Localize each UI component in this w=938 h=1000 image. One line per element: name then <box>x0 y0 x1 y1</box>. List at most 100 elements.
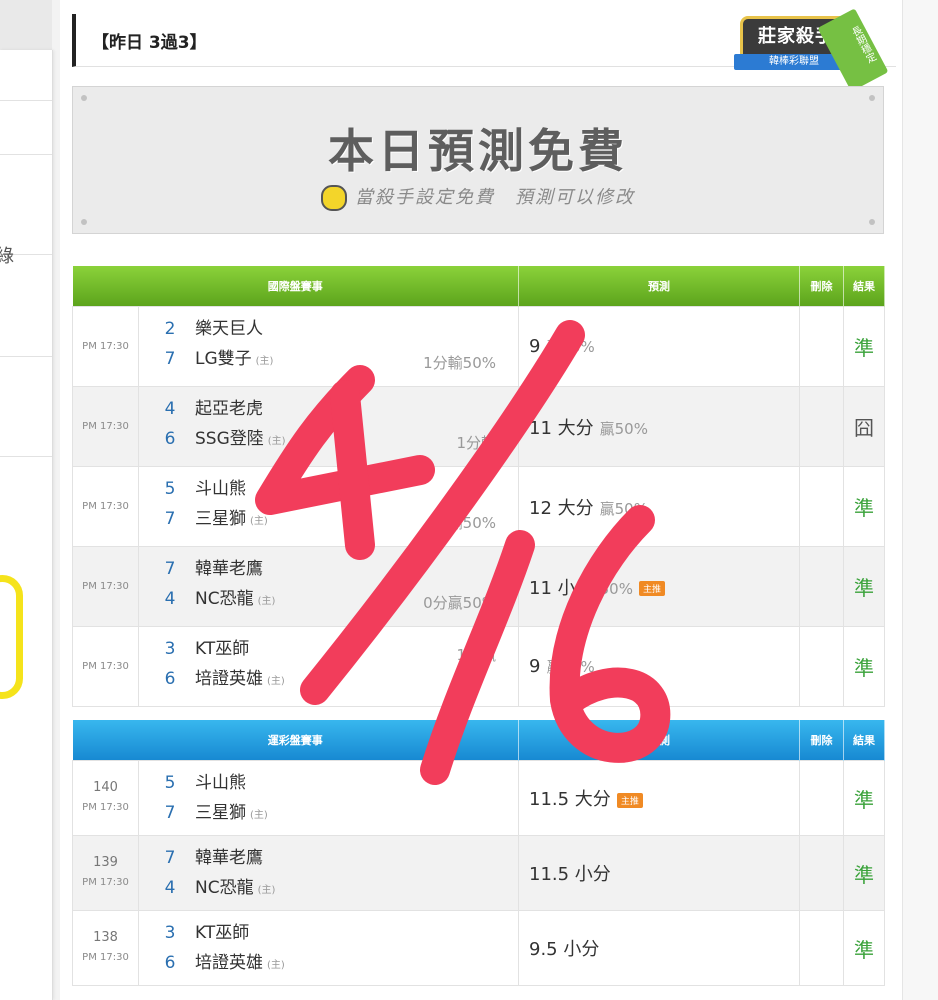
away-team-name: 起亞老虎 <box>195 399 263 419</box>
match-cell: 2 樂天巨人 7 LG雙子 (主) 1分輸50% <box>138 306 519 387</box>
sidebar-divider <box>0 154 52 155</box>
header-prediction: 預測 <box>518 720 800 761</box>
sidebar-divider <box>0 456 52 457</box>
home-score: 6 <box>164 953 176 973</box>
header-match: 國際盤賽事 <box>72 266 519 307</box>
delete-cell[interactable] <box>799 466 844 547</box>
prediction-win-rate: 50% <box>599 579 633 598</box>
banner-subtitle-wrap: 當殺手設定免費 預測可以修改 <box>73 183 883 211</box>
home-team-name: 培證英雄 <box>195 669 263 689</box>
home-score: 7 <box>164 509 176 529</box>
banner-title: 本日預測免費 <box>328 124 628 178</box>
match-time: PM 17:30 <box>82 580 129 592</box>
match-time: PM 17:30 <box>82 660 129 672</box>
home-team-name: 三星獅 <box>195 803 246 823</box>
delete-cell[interactable] <box>799 306 844 387</box>
match-number: 139 <box>93 855 118 870</box>
match-time-cell: 138 PM 17:30 <box>72 910 139 986</box>
right-scroll-strip[interactable] <box>902 0 938 1000</box>
match-cell: 7 韓華老鷹 4 NC恐龍 (主) 0分贏50% <box>138 546 519 627</box>
banner-rivet <box>869 219 875 225</box>
home-team: 7 三星獅 (主) <box>159 508 268 530</box>
killer-badge: 莊家殺手 韓棒彩聯盟 長期穩定 <box>732 8 889 92</box>
home-score: 7 <box>164 349 176 369</box>
home-team: 7 三星獅 (主) <box>159 802 268 824</box>
delete-cell[interactable] <box>799 386 844 467</box>
sidebar-divider <box>0 100 52 101</box>
home-marker: (主) <box>257 596 276 607</box>
match-time: PM 17:30 <box>82 500 129 512</box>
home-team-name: SSG登陸 <box>195 429 264 449</box>
sidebar-divider <box>0 356 52 357</box>
home-team-name: NC恐龍 <box>195 878 254 898</box>
header-result: 結果 <box>843 720 885 761</box>
away-score: 3 <box>164 923 176 943</box>
home-marker: (主) <box>267 960 285 971</box>
match-time: PM 17:30 <box>82 802 129 813</box>
prediction-value: 11.5 大分 <box>529 789 611 810</box>
home-team: 6 培證英雄 (主) <box>159 668 285 690</box>
away-team: 5 斗山熊 <box>159 772 246 794</box>
prediction-value: 11 小分 <box>529 577 594 599</box>
home-team-name: NC恐龍 <box>195 589 254 609</box>
header-result: 結果 <box>843 266 885 307</box>
sidebar-item-fragment[interactable]: 綠 <box>0 242 14 268</box>
prediction-cell: 11.5 小分 <box>518 835 800 911</box>
banner-rivet <box>81 219 87 225</box>
match-cell: 3 KT巫師 6 培證英雄 (主) <box>138 910 519 986</box>
match-time-cell: PM 17:30 <box>72 306 139 387</box>
window-corner <box>0 0 52 50</box>
away-team: 4 起亞老虎 <box>159 398 263 420</box>
home-team: 6 SSG登陸 (主) <box>159 428 286 450</box>
delete-cell[interactable] <box>799 910 844 986</box>
match-time-cell: PM 17:30 <box>72 546 139 627</box>
delete-cell[interactable] <box>799 835 844 911</box>
match-cell: 4 起亞老虎 6 SSG登陸 (主) 1分輸 <box>138 386 519 467</box>
home-score: 4 <box>164 878 176 898</box>
home-marker: (主) <box>255 356 274 367</box>
delete-cell[interactable] <box>799 626 844 707</box>
prediction-win-rate: 贏50% <box>599 419 648 438</box>
delete-cell[interactable] <box>799 760 844 836</box>
result-cell: 準 <box>843 546 885 627</box>
home-score: 4 <box>164 589 176 609</box>
home-score: 6 <box>164 669 176 689</box>
match-cell: 5 斗山熊 7 三星獅 (主) 輸50% <box>138 466 519 547</box>
yesterday-record-label: 【昨日 3過3】 <box>92 32 207 53</box>
prediction-cell: 11 大分 贏50% <box>518 386 800 467</box>
sport-lottery-predictions-table: 運彩盤賽事 預測 刪除 結果 140 PM 17:30 5 斗山熊 7 三星獅 (主) 11.… <box>72 720 885 986</box>
prediction-cell: 12 大分 贏50% <box>518 466 800 547</box>
banner-rivet <box>81 95 87 101</box>
result-cell: 準 <box>843 835 885 911</box>
away-score: 5 <box>164 773 176 793</box>
away-team-name: 斗山熊 <box>195 773 246 793</box>
home-team-name: LG雙子 <box>195 349 252 369</box>
home-team: 6 培證英雄 (主) <box>159 952 285 974</box>
away-score: 7 <box>164 559 176 579</box>
table-header-row: 運彩盤賽事 預測 刪除 結果 <box>72 720 885 761</box>
match-time-cell: PM 17:30 <box>72 386 139 467</box>
international-predictions-table: 國際盤賽事 預測 刪除 結果 PM 17:30 2 樂天巨人 7 LG雙子 (主) 1分輸5… <box>72 266 885 707</box>
prediction-win-rate: 贏50% <box>599 499 648 518</box>
home-team: 4 NC恐龍 (主) <box>159 877 276 899</box>
handicap: 輸50% <box>447 514 496 532</box>
result-cell: 準 <box>843 306 885 387</box>
header-delete: 刪除 <box>799 266 844 307</box>
away-team: 7 韓華老鷹 <box>159 558 263 580</box>
delete-cell[interactable] <box>799 546 844 627</box>
decorative-yellow-shape <box>0 575 23 699</box>
away-team: 2 樂天巨人 <box>159 318 263 340</box>
away-team-name: 韓華老鷹 <box>195 559 263 579</box>
away-team-name: KT巫師 <box>195 923 250 943</box>
result-cell: 準 <box>843 466 885 547</box>
result-cell: 準 <box>843 760 885 836</box>
away-team: 3 KT巫師 <box>159 922 250 944</box>
prediction-cell: 11.5 大分 主推 <box>518 760 800 836</box>
table-row: 139 PM 17:30 7 韓華老鷹 4 NC恐龍 (主) 11.5 小分 準 <box>72 835 885 911</box>
table-row: 140 PM 17:30 5 斗山熊 7 三星獅 (主) 11.5 大分 主推準 <box>72 760 885 836</box>
handicap: 1分輸50% <box>423 354 496 372</box>
home-team-name: 三星獅 <box>195 509 246 529</box>
away-team: 5 斗山熊 <box>159 478 246 500</box>
home-team: 7 LG雙子 (主) <box>159 348 274 370</box>
prediction-value: 11 大分 <box>529 417 594 439</box>
